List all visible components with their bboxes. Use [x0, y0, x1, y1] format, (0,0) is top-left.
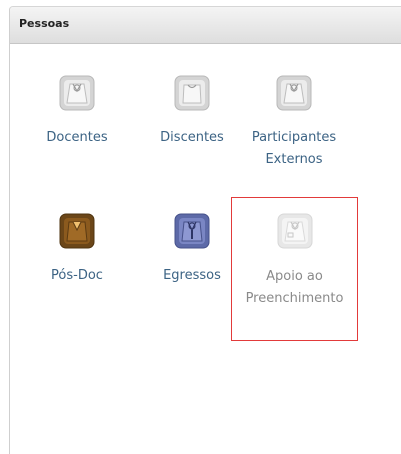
tile-label: Pós-Doc	[51, 268, 103, 283]
tile-label: Apoio ao Preenchimento	[245, 269, 344, 306]
white-tshirt-icon	[174, 75, 210, 111]
panel-title: Pessoas	[19, 17, 70, 30]
tile-apoio-ao-preenchimento[interactable]: Apoio ao Preenchimento	[231, 197, 358, 341]
panel-header: Pessoas	[10, 7, 401, 44]
pessoas-panel: Pessoas Docentes Discentes Participantes…	[9, 6, 401, 454]
tile-label: Discentes	[160, 130, 224, 145]
tile-pos-doc[interactable]: Pós-Doc	[21, 201, 133, 331]
blue-coat-icon	[174, 213, 210, 249]
tile-discentes[interactable]: Discentes	[136, 63, 248, 193]
tile-label: Docentes	[46, 130, 108, 145]
white-coat-icon	[59, 75, 95, 111]
brown-coat-icon	[59, 213, 95, 249]
tile-participantes-externos[interactable]: Participantes Externos	[238, 63, 350, 193]
tile-docentes[interactable]: Docentes	[21, 63, 133, 193]
white-coat-icon	[276, 75, 312, 111]
white-coat-badge-icon	[277, 213, 312, 249]
tile-label: Participantes Externos	[251, 130, 337, 167]
